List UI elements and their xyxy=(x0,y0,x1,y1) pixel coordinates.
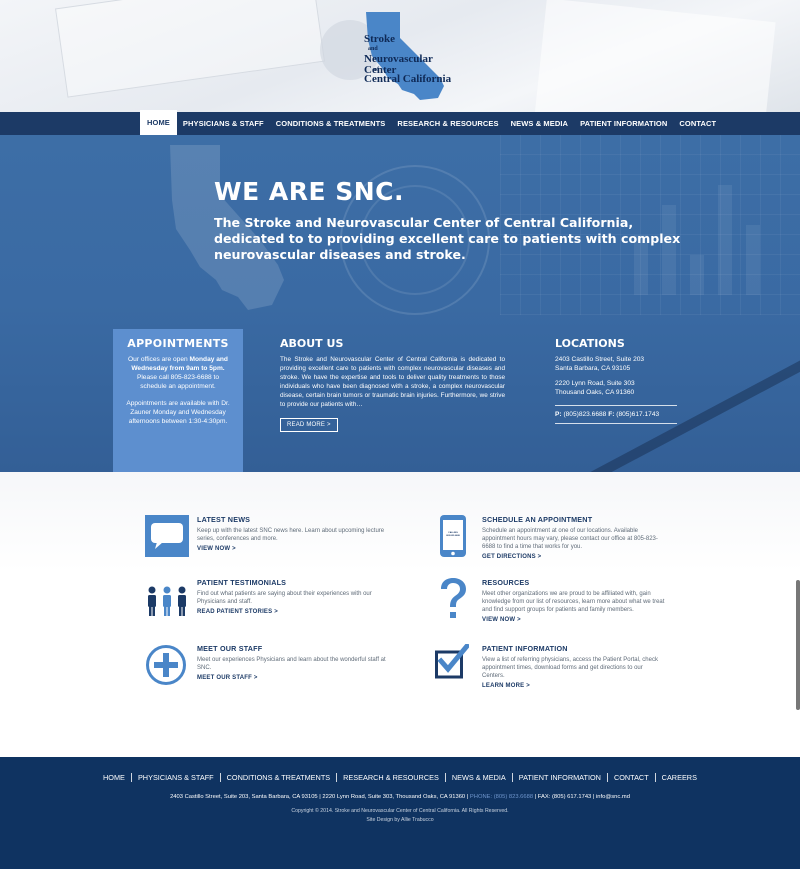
feature-text: Find out what patients are saying about … xyxy=(197,591,372,605)
nav-item-home[interactable]: HOME xyxy=(140,110,177,135)
nav-item-research[interactable]: RESEARCH & RESOURCES xyxy=(391,112,504,135)
feature-body: SCHEDULE AN APPOINTMENT Schedule an appo… xyxy=(482,515,667,560)
hero-subtitle: The Stroke and Neurovascular Center of C… xyxy=(214,215,681,262)
fax-label: F: xyxy=(608,411,615,418)
logo-text-and: and xyxy=(368,46,378,52)
hero-section: WE ARE SNC. The Stroke and Neurovascular… xyxy=(0,135,800,472)
feature-latest-news: LATEST NEWS Keep up with the latest SNC … xyxy=(145,515,400,565)
appointments-text-post: Please call 805-823-6688 to schedule an … xyxy=(136,374,220,390)
feature-patient-info: PATIENT INFORMATION View a list of refer… xyxy=(435,642,668,694)
feature-body: PATIENT INFORMATION View a list of refer… xyxy=(482,644,667,689)
question-mark-icon[interactable] xyxy=(438,578,468,627)
address-line: Thousand Oaks, CA 91360 xyxy=(555,389,635,396)
view-news-link[interactable]: VIEW NOW > xyxy=(197,546,397,552)
hero-title: WE ARE SNC. xyxy=(214,177,405,206)
feature-testimonials: PATIENT TESTIMONIALS Find out what patie… xyxy=(145,578,400,628)
nav-item-news[interactable]: NEWS & MEDIA xyxy=(505,112,574,135)
scrollbar-thumb[interactable] xyxy=(796,580,800,710)
footer-link-patient-info[interactable]: PATIENT INFORMATION xyxy=(511,773,607,782)
logo-text-stroke: Stroke xyxy=(364,33,395,45)
feature-title: MEET OUR STAFF xyxy=(197,644,263,653)
feature-title: PATIENT TESTIMONIALS xyxy=(197,578,287,587)
footer-copyright: Copyright © 2014. Stroke and Neurovascul… xyxy=(291,808,509,814)
feature-text: Schedule an appointment at one of our lo… xyxy=(482,528,658,550)
footer-link-research[interactable]: RESEARCH & RESOURCES xyxy=(336,773,445,782)
nav-item-conditions[interactable]: CONDITIONS & TREATMENTS xyxy=(270,112,392,135)
appointments-text-pre: Our offices are open xyxy=(128,356,190,363)
locations-section: LOCATIONS 2403 Castillo Street, Suite 20… xyxy=(555,337,677,424)
feature-title: RESOURCES xyxy=(482,578,530,587)
feature-body: PATIENT TESTIMONIALS Find out what patie… xyxy=(197,578,397,615)
features-section: LATEST NEWS Keep up with the latest SNC … xyxy=(0,472,800,757)
phone-icon[interactable]: CALLING 805.823.6688 xyxy=(438,515,468,562)
logo-text-california: Central California xyxy=(364,73,452,85)
about-section: ABOUT US The Stroke and Neurovascular Ce… xyxy=(280,337,505,432)
feature-body: RESOURCES Meet other organizations we ar… xyxy=(482,578,667,623)
site-footer: HOME PHYSICIANS & STAFF CONDITIONS & TRE… xyxy=(0,757,800,869)
feature-title: LATEST NEWS xyxy=(197,515,251,524)
people-icon[interactable] xyxy=(145,586,189,621)
speech-bubble-icon[interactable] xyxy=(145,515,189,562)
site-header: Stroke and Neurovascular Center of Centr… xyxy=(0,0,800,112)
footer-link-conditions[interactable]: CONDITIONS & TREATMENTS xyxy=(219,773,337,782)
footer-link-news[interactable]: NEWS & MEDIA xyxy=(444,773,512,782)
appointments-text-secondary: Appointments are available with Dr. Zaun… xyxy=(126,400,230,425)
feature-schedule: CALLING 805.823.6688 SCHEDULE AN APPOINT… xyxy=(438,515,668,565)
footer-link-contact[interactable]: CONTACT xyxy=(606,773,655,782)
appointments-text: Our offices are open Monday and Wednesda… xyxy=(123,355,233,391)
feature-text: Meet other organizations we are proud to… xyxy=(482,591,665,613)
feature-meet-staff: MEET OUR STAFF Meet our experiences Phys… xyxy=(145,644,400,694)
location-santa-barbara: 2403 Castillo Street, Suite 203 Santa Ba… xyxy=(555,355,677,373)
nav-item-patient-info[interactable]: PATIENT INFORMATION xyxy=(574,112,673,135)
footer-link-physicians[interactable]: PHYSICIANS & STAFF xyxy=(130,773,220,782)
phone-label: P: xyxy=(555,411,562,418)
view-resources-link[interactable]: VIEW NOW > xyxy=(482,617,667,623)
feature-text: View a list of referring physicians, acc… xyxy=(482,657,658,679)
feature-text: Meet our experiences Physicians and lear… xyxy=(197,657,386,671)
main-nav: HOME PHYSICIANS & STAFF CONDITIONS & TRE… xyxy=(0,110,800,135)
phone-screen-text: CALLING 805.823.6688 xyxy=(446,532,460,537)
address-line: Santa Barbara, CA 93105 xyxy=(555,365,631,372)
about-text: The Stroke and Neurovascular Center of C… xyxy=(280,356,505,408)
feature-text: Keep up with the latest SNC news here. L… xyxy=(197,528,385,542)
site-logo[interactable]: Stroke and Neurovascular Center of Centr… xyxy=(358,8,463,104)
appointments-box: APPOINTMENTS Our offices are open Monday… xyxy=(113,329,243,472)
nav-item-physicians[interactable]: PHYSICIANS & STAFF xyxy=(177,112,270,135)
feature-title: SCHEDULE AN APPOINTMENT xyxy=(482,515,593,524)
nav-item-contact[interactable]: CONTACT xyxy=(673,112,722,135)
fax-number: (805)617.1743 xyxy=(616,411,660,418)
feature-title: PATIENT INFORMATION xyxy=(482,644,568,653)
feature-resources: RESOURCES Meet other organizations we ar… xyxy=(438,578,668,628)
header-background-paper xyxy=(55,0,325,98)
get-directions-link[interactable]: GET DIRECTIONS > xyxy=(482,554,667,560)
footer-phone[interactable]: PHONE: (805) 823.6688 xyxy=(470,794,533,800)
plus-circle-icon[interactable] xyxy=(145,644,187,691)
footer-link-home[interactable]: HOME xyxy=(97,773,131,782)
checkbox-icon[interactable] xyxy=(435,642,471,685)
read-stories-link[interactable]: READ PATIENT STORIES > xyxy=(197,609,397,615)
phone-number[interactable]: (805)823.6688 xyxy=(563,411,606,418)
footer-address-text: 2403 Castillo Street, Suite 203, Santa B… xyxy=(170,794,470,800)
location-thousand-oaks: 2220 Lynn Road, Suite 303 Thousand Oaks,… xyxy=(555,379,677,397)
address-line: 2403 Castillo Street, Suite 203 xyxy=(555,356,645,363)
footer-credit[interactable]: Site Design by Allie Trabucco xyxy=(0,817,800,823)
address-line: 2220 Lynn Road, Suite 303 xyxy=(555,380,635,387)
appointments-title: APPOINTMENTS xyxy=(127,337,229,350)
footer-link-careers[interactable]: CAREERS xyxy=(654,773,703,782)
learn-more-link[interactable]: LEARN MORE > xyxy=(482,683,667,689)
feature-body: MEET OUR STAFF Meet our experiences Phys… xyxy=(197,644,397,681)
read-more-button[interactable]: READ MORE > xyxy=(280,418,338,432)
locations-title: LOCATIONS xyxy=(555,337,625,350)
meet-staff-link[interactable]: MEET OUR STAFF > xyxy=(197,675,397,681)
feature-body: LATEST NEWS Keep up with the latest SNC … xyxy=(197,515,397,552)
footer-nav: HOME PHYSICIANS & STAFF CONDITIONS & TRE… xyxy=(0,773,800,782)
about-title: ABOUT US xyxy=(280,337,344,350)
header-background-paper xyxy=(534,0,776,112)
locations-contact: P: (805)823.6688 F: (805)617.1743 xyxy=(555,405,677,424)
footer-fax-email: | FAX: (805) 617.1743 | info@snc.md xyxy=(533,794,630,800)
footer-address: 2403 Castillo Street, Suite 203, Santa B… xyxy=(0,794,800,800)
